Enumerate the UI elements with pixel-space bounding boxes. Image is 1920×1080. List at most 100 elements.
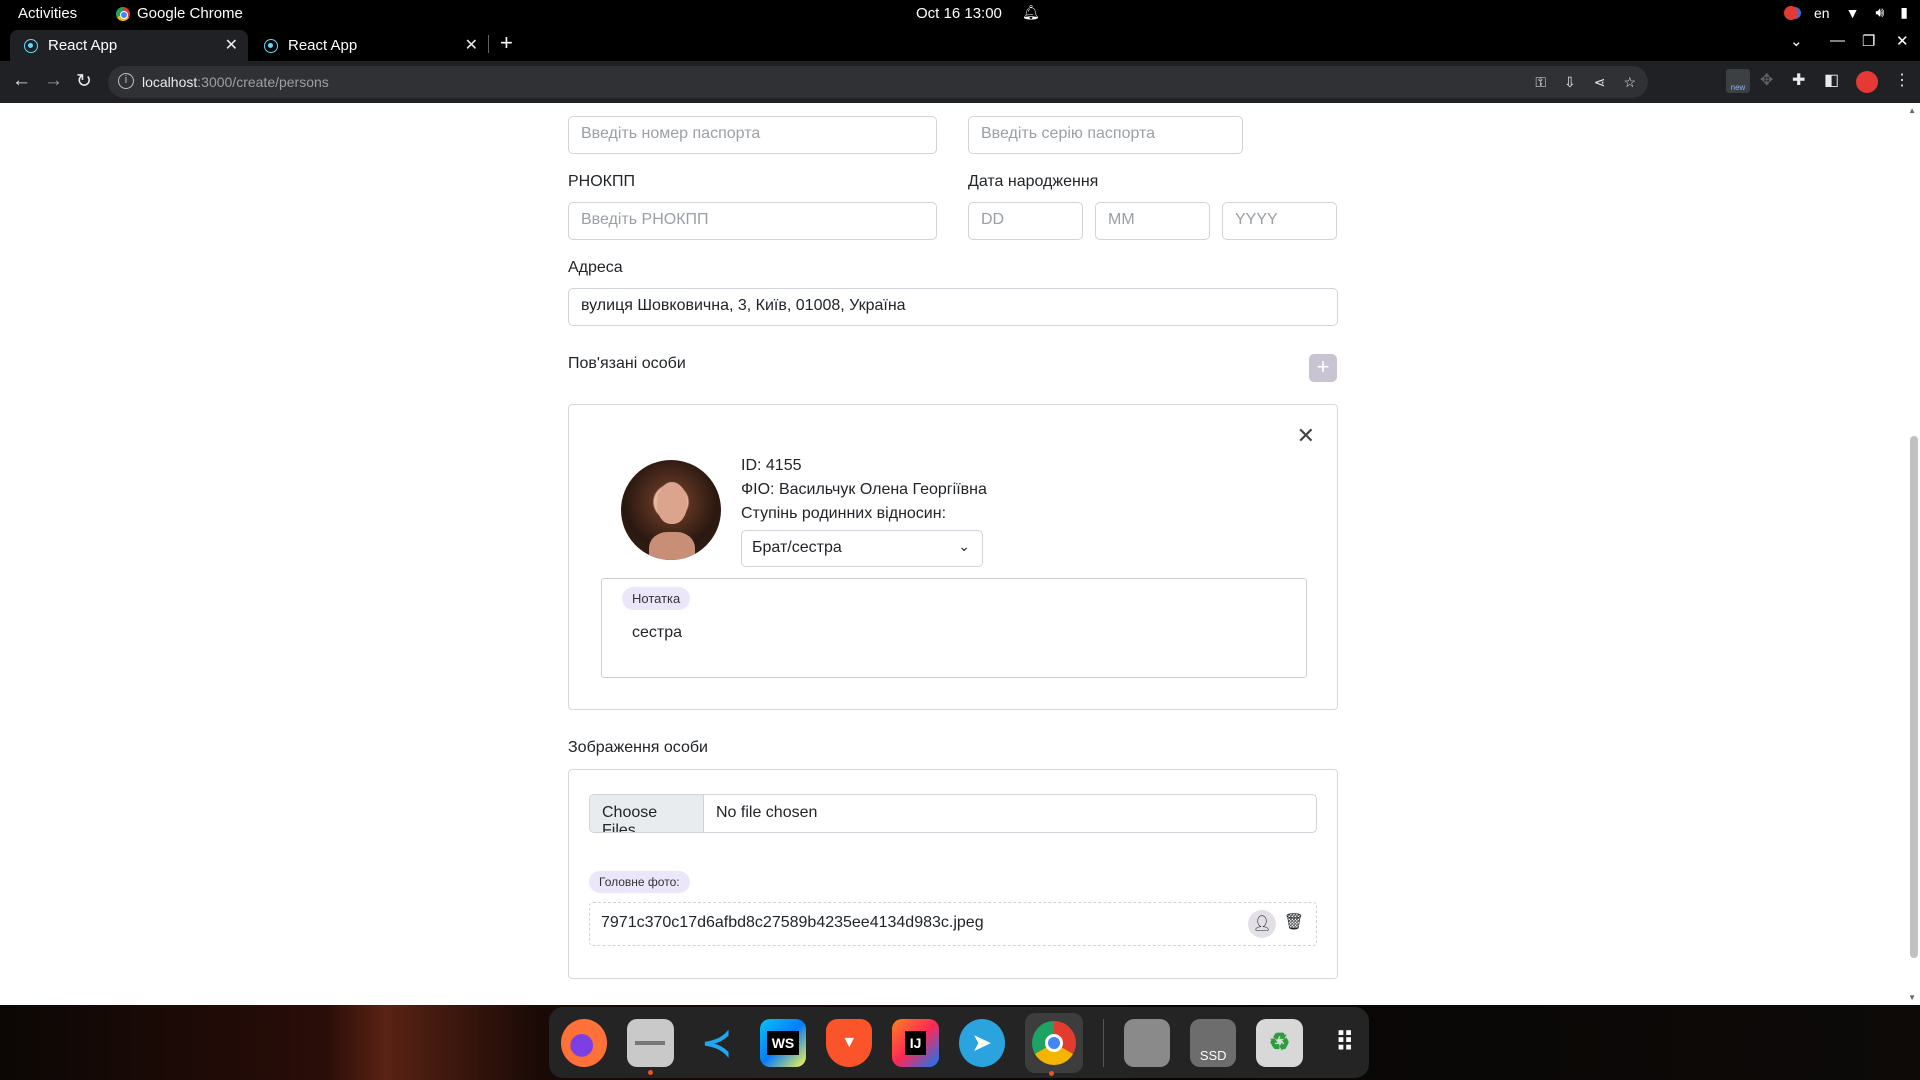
browser-toolbar: ← → ↻ i localhost:3000/create/persons ⚿ … (0, 61, 1920, 103)
trash-icon[interactable]: ♻ (1256, 1018, 1303, 1067)
intellij-label: IJ (904, 1030, 927, 1055)
scroll-down-arrow-icon[interactable]: ▼ (1908, 993, 1916, 1002)
install-icon[interactable]: ⇩ (1564, 74, 1576, 91)
vscode-icon[interactable]: ≺ (693, 1018, 740, 1067)
person-images-card: Choose Files No file chosen Головне фото… (568, 769, 1338, 979)
relation-value: Брат/сестра (752, 539, 842, 556)
passport-series-input[interactable]: Введіть серію паспорта (968, 116, 1243, 154)
activities-button[interactable]: Activities (18, 5, 77, 22)
scrollbar-thumb[interactable] (1910, 436, 1918, 958)
app-grid-icon[interactable]: ⠿ (1323, 1019, 1369, 1067)
ssd-drive-icon[interactable]: SSD (1190, 1018, 1237, 1067)
birth-year-input[interactable]: YYYY (1222, 202, 1337, 240)
related-person-id: ID: 4155 (741, 457, 802, 474)
extension-new-icon[interactable]: new (1726, 69, 1750, 93)
note-box[interactable]: Нотатка сестра (601, 578, 1307, 678)
tab-strip: React App ✕ React App ✕ (0, 27, 1920, 61)
file-name: 7971c370c17d6afbd8c27589b4235ee4134d983c… (601, 914, 984, 931)
tab-separator (488, 35, 489, 53)
tab-close-icon[interactable]: ✕ (465, 35, 478, 55)
chrome-icon (116, 6, 130, 21)
birth-day-input[interactable]: DD (968, 202, 1083, 240)
related-persons-label: Пов'язані особи (568, 355, 686, 372)
choose-files-button[interactable]: Choose Files (590, 795, 704, 832)
system-top-bar: Activities Google Chrome Oct 16 13:00 🔔︎… (0, 0, 1920, 27)
dock: ≺ WS ▼ IJ ➤ SSD ♻ ⠿ (549, 1007, 1369, 1078)
related-person-name: ФІО: Васильчук Олена Георгіївна (741, 481, 987, 498)
key-icon[interactable]: ⚿ (1535, 74, 1546, 91)
chrome-dock-icon[interactable] (1024, 1012, 1083, 1076)
minimize-icon[interactable]: — (1830, 32, 1845, 49)
relation-select[interactable]: Брат/сестра ⌄ (741, 530, 983, 567)
address-label: Адреса (568, 259, 623, 276)
react-icon (264, 38, 278, 53)
webstorm-icon[interactable]: WS (759, 1018, 807, 1067)
menu-kebab-icon[interactable]: ⋮ (1894, 70, 1910, 90)
relation-label: Ступінь родинних відносин: (741, 505, 947, 522)
files-icon[interactable] (627, 1018, 674, 1075)
battery-icon: ▮ (1900, 4, 1908, 20)
address-input[interactable]: вулиця Шовковична, 3, Київ, 01008, Украї… (568, 288, 1338, 326)
delete-trash-icon[interactable]: 🗑︎ (1284, 912, 1304, 932)
system-tray[interactable]: en ▼ 🔊︎ ▮ (1784, 4, 1908, 21)
remove-related-person-icon[interactable]: ✕ (1297, 423, 1315, 449)
chevron-down-icon: ⌄ (958, 538, 970, 554)
site-info-icon[interactable]: i (118, 73, 134, 89)
tab-react-app-2[interactable]: React App ✕ (250, 30, 488, 61)
scroll-up-arrow-icon[interactable]: ▲ (1908, 106, 1916, 115)
running-indicator (1048, 1070, 1054, 1076)
forward-icon[interactable]: → (44, 70, 63, 92)
react-icon (24, 38, 38, 53)
webstorm-label: WS (766, 1030, 800, 1055)
back-icon[interactable]: ← (12, 70, 31, 92)
language-indicator[interactable]: en (1814, 5, 1830, 21)
side-panel-icon[interactable]: ◧ (1824, 70, 1839, 90)
tab-react-app-1[interactable]: React App ✕ (10, 30, 248, 61)
close-window-icon[interactable]: ✕ (1896, 32, 1909, 50)
uploaded-file-row: 7971c370c17d6afbd8c27589b4235ee4134d983c… (589, 902, 1317, 946)
share-icon[interactable]: ⋖ (1594, 74, 1606, 91)
note-text[interactable]: сестра (632, 624, 682, 642)
app-name: Google Chrome (137, 5, 243, 22)
telegram-icon[interactable]: ➤ (958, 1018, 1005, 1067)
extensions-puzzle-icon[interactable]: ✚ (1792, 70, 1805, 90)
person-images-label: Зображення особи (568, 739, 708, 756)
brave-icon[interactable]: ▼ (826, 1018, 873, 1067)
new-tab-icon[interactable]: + (500, 30, 513, 56)
omnibox-actions: ⚿ ⇩ ⋖ ☆ (1535, 74, 1636, 91)
firefox-icon[interactable] (561, 1018, 608, 1067)
note-chip: Нотатка (622, 587, 691, 610)
rnokpp-input[interactable]: Введіть РНОКПП (568, 202, 937, 240)
tab-search-icon[interactable]: ⌄ (1790, 32, 1803, 50)
ssd-label: SSD (1199, 1047, 1227, 1063)
intellij-icon[interactable]: IJ (892, 1018, 939, 1067)
page-viewport: ▲ ▼ Введіть номер паспорта Введіть серію… (0, 103, 1920, 1005)
birth-month-input[interactable]: MM (1095, 202, 1210, 240)
file-input[interactable]: Choose Files No file chosen (589, 794, 1317, 833)
set-main-photo-user-icon[interactable]: 👤︎ (1248, 910, 1276, 938)
address-bar[interactable]: i localhost:3000/create/persons ⚿ ⇩ ⋖ ☆ (108, 66, 1648, 98)
bell-icon: 🔔︎ (1022, 4, 1040, 20)
extension-disabled-icon[interactable]: ✥ (1760, 70, 1773, 90)
url-text[interactable]: localhost:3000/create/persons (142, 74, 329, 90)
no-file-text: No file chosen (716, 804, 818, 821)
disk-icon[interactable] (1123, 1018, 1171, 1067)
passport-number-input[interactable]: Введіть номер паспорта (568, 116, 937, 154)
star-icon[interactable]: ☆ (1623, 74, 1636, 91)
app-menu[interactable]: Google Chrome (116, 5, 243, 22)
record-indicator-icon (1784, 5, 1799, 20)
add-related-person-button[interactable]: + (1309, 354, 1337, 382)
running-indicator (648, 1069, 654, 1075)
profile-avatar[interactable] (1856, 71, 1878, 93)
birthdate-label: Дата народження (968, 173, 1099, 190)
tab-title: React App (48, 37, 118, 54)
maximize-icon[interactable]: ❐ (1862, 32, 1875, 50)
clock[interactable]: Oct 16 13:00 (916, 5, 1002, 22)
url-path: :3000/create/persons (197, 74, 329, 90)
tab-close-icon[interactable]: ✕ (225, 35, 238, 55)
rnokpp-label: РНОКПП (568, 173, 635, 190)
tab-title: React App (288, 37, 358, 54)
reload-icon[interactable]: ↻ (76, 70, 92, 93)
volume-icon: 🔊︎ (1875, 4, 1885, 20)
related-person-avatar (621, 460, 721, 560)
